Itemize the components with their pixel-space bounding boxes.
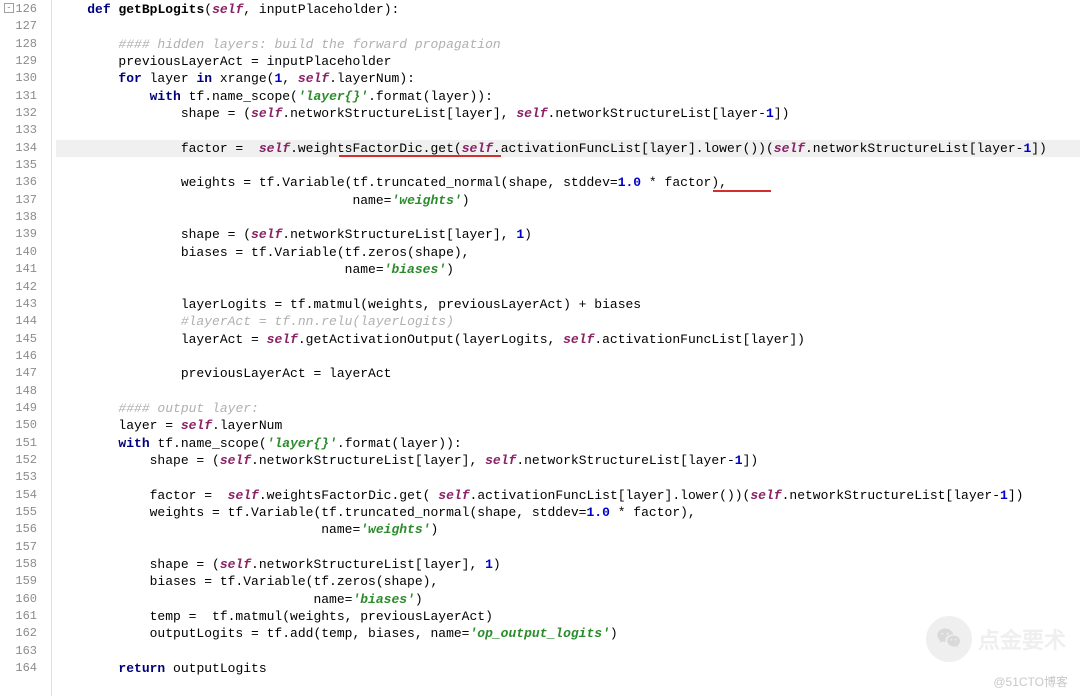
watermark: 点金要术 [926,616,1066,662]
line-number: 146 [0,348,51,365]
code-line[interactable] [56,539,1080,556]
line-number: 137 [0,192,51,209]
line-number: 133 [0,122,51,139]
line-number: 131 [0,88,51,105]
line-number: 154 [0,487,51,504]
code-line[interactable]: layerLogits = tf.matmul(weights, previou… [56,296,1080,313]
line-number: 147 [0,365,51,382]
code-line[interactable]: #### hidden layers: build the forward pr… [56,36,1080,53]
code-line[interactable]: with tf.name_scope('layer{}'.format(laye… [56,435,1080,452]
line-number: 134 [0,140,51,157]
code-line[interactable]: name='biases') [56,591,1080,608]
code-line[interactable]: shape = (self.networkStructureList[layer… [56,452,1080,469]
line-number: 129 [0,53,51,70]
line-number: 144 [0,313,51,330]
line-number: 156 [0,521,51,538]
code-line[interactable]: layerAct = self.getActivationOutput(laye… [56,331,1080,348]
code-line[interactable]: biases = tf.Variable(tf.zeros(shape), [56,573,1080,590]
code-line[interactable] [56,348,1080,365]
line-number: 135 [0,157,51,174]
code-area[interactable]: def getBpLogits(self, inputPlaceholder):… [52,0,1080,696]
line-number: 164 [0,660,51,677]
code-line[interactable]: name='weights') [56,521,1080,538]
code-line[interactable]: #### output layer: [56,400,1080,417]
line-number: 157 [0,539,51,556]
fold-handle[interactable]: - [4,3,14,13]
line-number: 140 [0,244,51,261]
watermark-text: 点金要术 [978,623,1066,655]
code-line[interactable]: previousLayerAct = layerAct [56,365,1080,382]
code-editor[interactable]: -126127128129130131132133134135136137138… [0,0,1080,696]
line-number: 150 [0,417,51,434]
code-line[interactable]: biases = tf.Variable(tf.zeros(shape), [56,244,1080,261]
code-line[interactable]: shape = (self.networkStructureList[layer… [56,556,1080,573]
code-line[interactable] [56,383,1080,400]
line-number: 153 [0,469,51,486]
line-number: 160 [0,591,51,608]
line-number: 128 [0,36,51,53]
code-line[interactable]: return outputLogits [56,660,1080,677]
code-line[interactable]: weights = tf.Variable(tf.truncated_norma… [56,174,1080,191]
code-line[interactable]: previousLayerAct = inputPlaceholder [56,53,1080,70]
code-line[interactable] [56,469,1080,486]
line-number: 136 [0,174,51,191]
line-number: 141 [0,261,51,278]
line-number-gutter[interactable]: -126127128129130131132133134135136137138… [0,0,52,696]
line-number: 159 [0,573,51,590]
line-number: 138 [0,209,51,226]
code-line[interactable] [56,279,1080,296]
line-number: 163 [0,643,51,660]
code-line[interactable]: def getBpLogits(self, inputPlaceholder): [56,1,1080,18]
wechat-icon [926,616,972,662]
code-line[interactable]: layer = self.layerNum [56,417,1080,434]
line-number: 143 [0,296,51,313]
code-line[interactable]: #layerAct = tf.nn.relu(layerLogits) [56,313,1080,330]
code-line[interactable]: shape = (self.networkStructureList[layer… [56,226,1080,243]
line-number: 158 [0,556,51,573]
line-number: 155 [0,504,51,521]
line-number: 151 [0,435,51,452]
line-number: 127 [0,18,51,35]
code-line[interactable]: name='biases') [56,261,1080,278]
line-number: 145 [0,331,51,348]
code-line[interactable] [56,18,1080,35]
line-number: 132 [0,105,51,122]
code-line[interactable] [56,122,1080,139]
code-line[interactable]: shape = (self.networkStructureList[layer… [56,105,1080,122]
line-number: 139 [0,226,51,243]
code-line[interactable]: with tf.name_scope('layer{}'.format(laye… [56,88,1080,105]
footer-attribution: @51CTO博客 [993,673,1068,690]
code-line[interactable]: weights = tf.Variable(tf.truncated_norma… [56,504,1080,521]
line-number: 149 [0,400,51,417]
line-number: 142 [0,279,51,296]
line-number: 148 [0,383,51,400]
line-number: 130 [0,70,51,87]
line-number: 161 [0,608,51,625]
line-number: 152 [0,452,51,469]
code-line[interactable]: factor = self.weightsFactorDic.get( self… [56,487,1080,504]
code-line[interactable]: factor = self.weightsFactorDic.get(self.… [56,140,1080,157]
code-line[interactable]: for layer in xrange(1, self.layerNum): [56,70,1080,87]
code-line[interactable] [56,209,1080,226]
line-number: 162 [0,625,51,642]
code-line[interactable]: name='weights') [56,192,1080,209]
code-line[interactable] [56,157,1080,174]
